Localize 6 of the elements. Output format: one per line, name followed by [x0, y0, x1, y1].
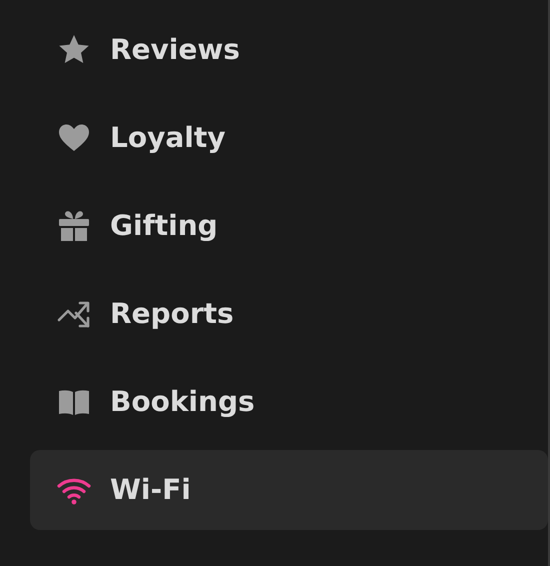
sidebar-item[interactable]: Loyalty [30, 98, 548, 178]
sidebar-item[interactable]: Reviews [30, 10, 548, 90]
sidebar-item[interactable]: Wi-Fi [30, 450, 548, 530]
sidebar-item[interactable]: Bookings [30, 362, 548, 442]
sidebar-item[interactable]: Gifting [30, 186, 548, 266]
sidebar-item[interactable]: Reports [30, 274, 548, 354]
